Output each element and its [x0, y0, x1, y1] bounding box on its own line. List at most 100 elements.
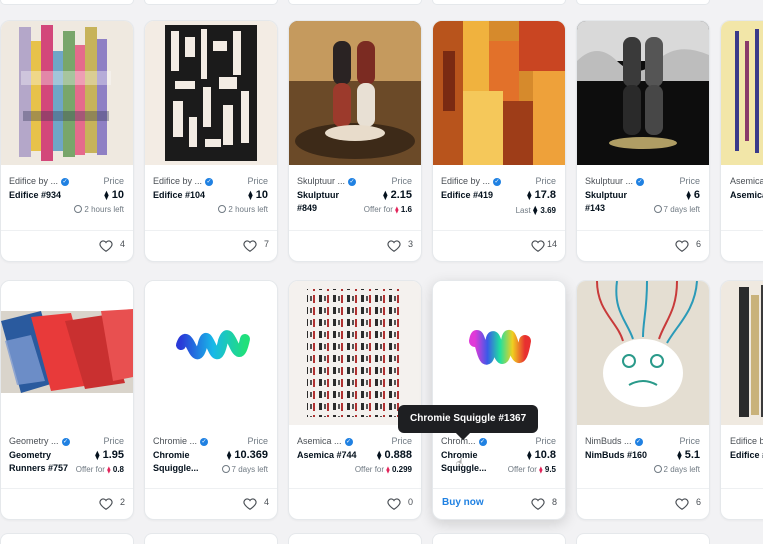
nft-name[interactable]: Skulptuur #143 — [585, 189, 649, 215]
next-row-card-edge — [144, 533, 278, 544]
price-value: ⧫ 0.888 — [377, 449, 412, 461]
nft-name[interactable]: Chromie Squiggle... — [153, 449, 217, 475]
nft-card[interactable]: Asemica ... ✓ Asemica #744 Price ⧫ 0.888 O… — [288, 280, 422, 520]
nft-image[interactable] — [577, 21, 709, 165]
eth-icon: ⧫ — [686, 190, 691, 200]
price-label: Price — [103, 176, 124, 186]
heart-icon[interactable] — [243, 497, 257, 511]
nft-image[interactable] — [577, 281, 709, 425]
like-count: 4 — [119, 239, 125, 249]
nft-name[interactable]: Edifice #104 — [153, 189, 217, 202]
name-tooltip: Chromie Squiggle #1367 — [398, 405, 539, 433]
price-value: ⧫ 10 — [248, 189, 268, 201]
best-offer: Offer for ⧫ 0.8 — [75, 465, 124, 474]
heart-icon[interactable] — [243, 239, 257, 253]
collection-name[interactable]: Asemica — [730, 176, 763, 186]
verified-icon: ✓ — [205, 177, 214, 186]
nft-card-partial[interactable]: Asemica Asemica #361 — [720, 20, 763, 262]
clock-icon — [74, 205, 83, 213]
clock-icon — [653, 465, 662, 473]
price-value: ⧫ 10.8 — [527, 449, 556, 461]
like-count: 3 — [407, 239, 413, 249]
eth-icon: ⧫ — [395, 207, 399, 214]
price-value: ⧫ 10.369 — [226, 449, 268, 461]
verified-icon: ✓ — [200, 437, 209, 446]
nft-name[interactable]: NimBuds #160 — [585, 449, 649, 462]
eth-icon: ⧫ — [104, 190, 109, 200]
collection-name[interactable]: Edifice by ... ✓ — [441, 176, 502, 186]
collection-name[interactable]: NimBuds ... ✓ — [585, 436, 643, 446]
nft-card[interactable]: Edifice by ... ✓ Edifice #419 Price ⧫ 17.8… — [432, 20, 566, 262]
time-left: 2 hours left — [74, 205, 124, 214]
last-sale: Last ⧫ 3.69 — [515, 205, 556, 215]
nft-card-partial[interactable]: Edifice b Edifice # — [720, 280, 763, 520]
best-offer: Offer for ⧫ 1.6 — [363, 205, 412, 214]
nft-card[interactable]: Skulptuur ... ✓ Skulptuur #849 Price ⧫ 2.1… — [288, 20, 422, 262]
verified-icon: ✓ — [636, 177, 645, 186]
nft-image[interactable] — [721, 281, 763, 425]
nft-name[interactable]: Geometry Runners #757 — [9, 449, 73, 475]
nft-card-hovered[interactable]: Chrom... ✓ Chromie Squiggle... Price ⧫ 10.… — [432, 280, 566, 520]
nft-image[interactable] — [289, 281, 421, 425]
heart-icon[interactable] — [99, 497, 113, 511]
nft-card[interactable]: Skulptuur ... ✓ Skulptuur #143 Price ⧫ 6 7… — [576, 20, 710, 262]
heart-icon[interactable] — [387, 239, 401, 253]
time-left: 2 days left — [653, 465, 700, 474]
buy-now-button[interactable]: Buy now — [442, 497, 484, 508]
nft-name[interactable]: Asemica #361 — [730, 189, 763, 202]
nft-name[interactable]: Edifice # — [730, 449, 763, 462]
like-count: 14 — [546, 239, 557, 249]
clock-icon — [218, 205, 227, 213]
nft-card[interactable]: Chromie ... ✓ Chromie Squiggle... Price ⧫… — [144, 280, 278, 520]
heart-icon[interactable] — [99, 239, 113, 253]
nft-name[interactable]: Chromie Squiggle... — [441, 449, 505, 475]
nft-card[interactable]: Edifice by ... ✓ Edifice #104 Price ⧫ 10 2… — [144, 20, 278, 262]
nft-name[interactable]: Edifice #934 — [9, 189, 73, 202]
collection-name[interactable]: Skulptuur ... ✓ — [297, 176, 357, 186]
nft-image[interactable] — [433, 281, 565, 425]
price-label: Price — [679, 436, 700, 446]
collection-name[interactable]: Chromie ... ✓ — [153, 436, 209, 446]
eth-icon: ⧫ — [248, 190, 253, 200]
nft-card[interactable]: Geometry ... ✓ Geometry Runners #757 Pric… — [0, 280, 134, 520]
nft-image[interactable] — [145, 21, 277, 165]
eth-icon: ⧫ — [527, 450, 532, 460]
verified-icon: ✓ — [61, 177, 70, 186]
heart-icon[interactable] — [675, 239, 689, 253]
nft-image[interactable] — [721, 21, 763, 165]
eth-icon: ⧫ — [539, 467, 543, 474]
eth-icon: ⧫ — [107, 467, 111, 474]
price-label: Price — [535, 436, 556, 446]
nft-name[interactable]: Edifice #419 — [441, 189, 505, 202]
collection-name[interactable]: Skulptuur ... ✓ — [585, 176, 645, 186]
heart-icon[interactable] — [531, 239, 545, 253]
eth-icon: ⧫ — [377, 450, 382, 460]
nft-image[interactable] — [1, 281, 133, 425]
collection-name[interactable]: Edifice b — [730, 436, 763, 446]
eth-icon: ⧫ — [532, 205, 538, 215]
previous-row-card-edge — [576, 0, 710, 5]
nft-image[interactable] — [1, 21, 133, 165]
clock-icon — [221, 465, 230, 473]
price-value: ⧫ 6 — [686, 189, 700, 201]
nft-name[interactable]: Skulptuur #849 — [297, 189, 361, 215]
collection-name[interactable]: Edifice by ... ✓ — [9, 176, 70, 186]
heart-icon[interactable] — [531, 497, 545, 511]
nft-card[interactable]: NimBuds ... ✓ NimBuds #160 Price ⧫ 5.1 2 d… — [576, 280, 710, 520]
eth-icon: ⧫ — [677, 450, 682, 460]
heart-icon[interactable] — [675, 497, 689, 511]
nft-image[interactable] — [145, 281, 277, 425]
price-value: ⧫ 1.95 — [95, 449, 124, 461]
collection-name[interactable]: Geometry ... ✓ — [9, 436, 70, 446]
nft-card[interactable]: Edifice by ... ✓ Edifice #934 Price ⧫ 10 2… — [0, 20, 134, 262]
collection-name[interactable]: Edifice by ... ✓ — [153, 176, 214, 186]
eth-icon: ⧫ — [383, 190, 388, 200]
clock-icon — [653, 205, 662, 213]
previous-row-card-edge — [432, 0, 566, 5]
price-value: ⧫ 5.1 — [677, 449, 700, 461]
nft-image[interactable] — [433, 21, 565, 165]
nft-name[interactable]: Asemica #744 — [297, 449, 361, 462]
heart-icon[interactable] — [387, 497, 401, 511]
collection-name[interactable]: Asemica ... ✓ — [297, 436, 353, 446]
nft-image[interactable] — [289, 21, 421, 165]
